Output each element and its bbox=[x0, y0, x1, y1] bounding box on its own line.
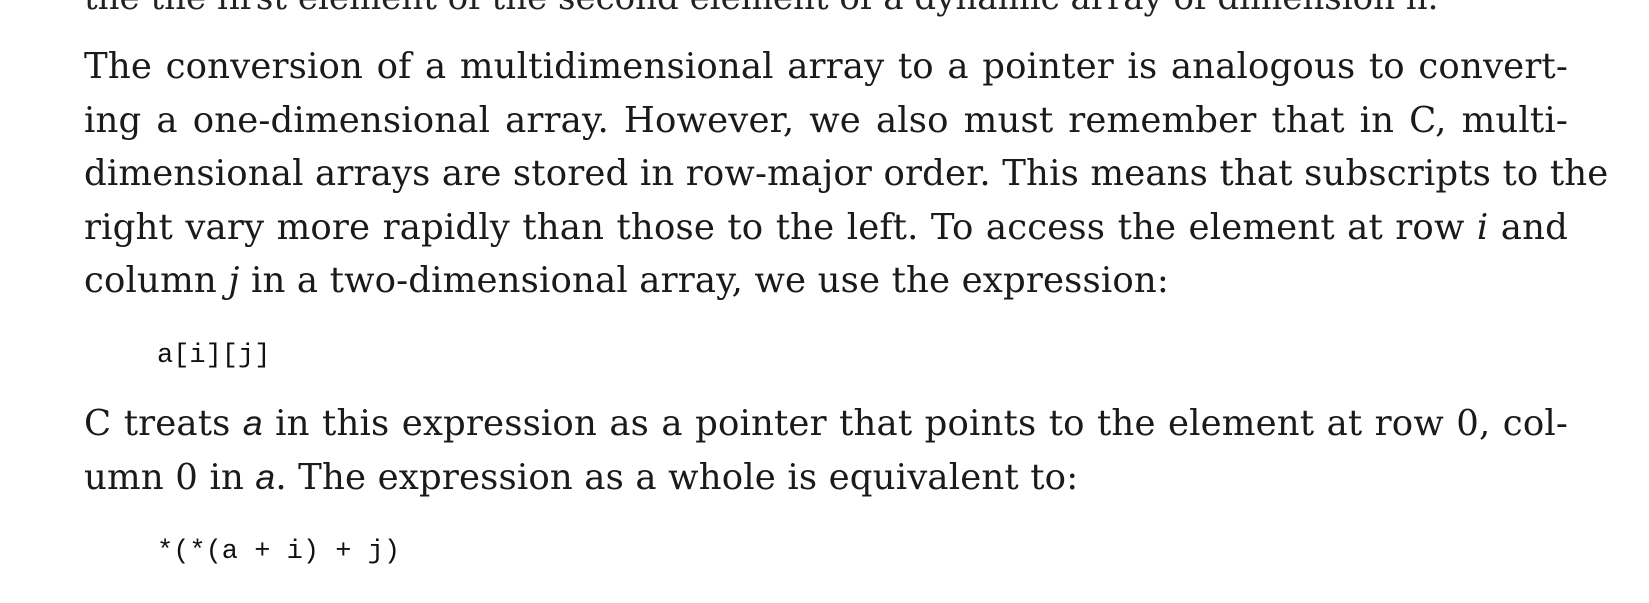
text-run: C treats bbox=[84, 403, 243, 444]
text-run: column bbox=[84, 260, 229, 301]
text-run: umn 0 in bbox=[84, 456, 256, 498]
text-run: . The expression as a whole is equivalen… bbox=[275, 456, 1079, 498]
document-page: the the first element of the second elem… bbox=[0, 0, 1649, 603]
paragraph-line: C treats a in this expression as a point… bbox=[84, 397, 1568, 451]
paragraph-line: umn 0 in a. The expression as a whole is… bbox=[84, 451, 1568, 505]
text-run: in a two-dimensional array, we use the e… bbox=[239, 260, 1170, 301]
code-block-subscript: a[i][j] bbox=[157, 341, 271, 371]
text-run: and bbox=[1488, 206, 1568, 248]
text-run: right vary more rapidly than those to th… bbox=[84, 206, 1477, 248]
paragraph-line: column j in a two-dimensional array, we … bbox=[84, 254, 1568, 308]
paragraph-line: The conversion of a multidimensional arr… bbox=[84, 46, 1568, 87]
code-block-pointer-expression: *(*(a + i) + j) bbox=[157, 537, 401, 567]
text-run: in this expression as a pointer that poi… bbox=[262, 403, 1568, 444]
variable-j: j bbox=[228, 260, 240, 301]
paragraph-line: right vary more rapidly than those to th… bbox=[84, 201, 1568, 255]
variable-a: a bbox=[255, 456, 276, 497]
variable-i: i bbox=[1476, 206, 1489, 248]
previous-text-line: the the first element of the second elem… bbox=[84, 0, 1564, 18]
paragraph-line: dimensional arrays are stored in row-maj… bbox=[84, 153, 1609, 194]
paragraph-multidimensional-arrays: The conversion of a multidimensional arr… bbox=[84, 40, 1609, 308]
paragraph-pointer-equivalence: C treats a in this expression as a point… bbox=[84, 397, 1568, 504]
variable-a: a bbox=[242, 403, 263, 443]
paragraph-line: ing a one-dimensional array. However, we… bbox=[84, 99, 1568, 141]
